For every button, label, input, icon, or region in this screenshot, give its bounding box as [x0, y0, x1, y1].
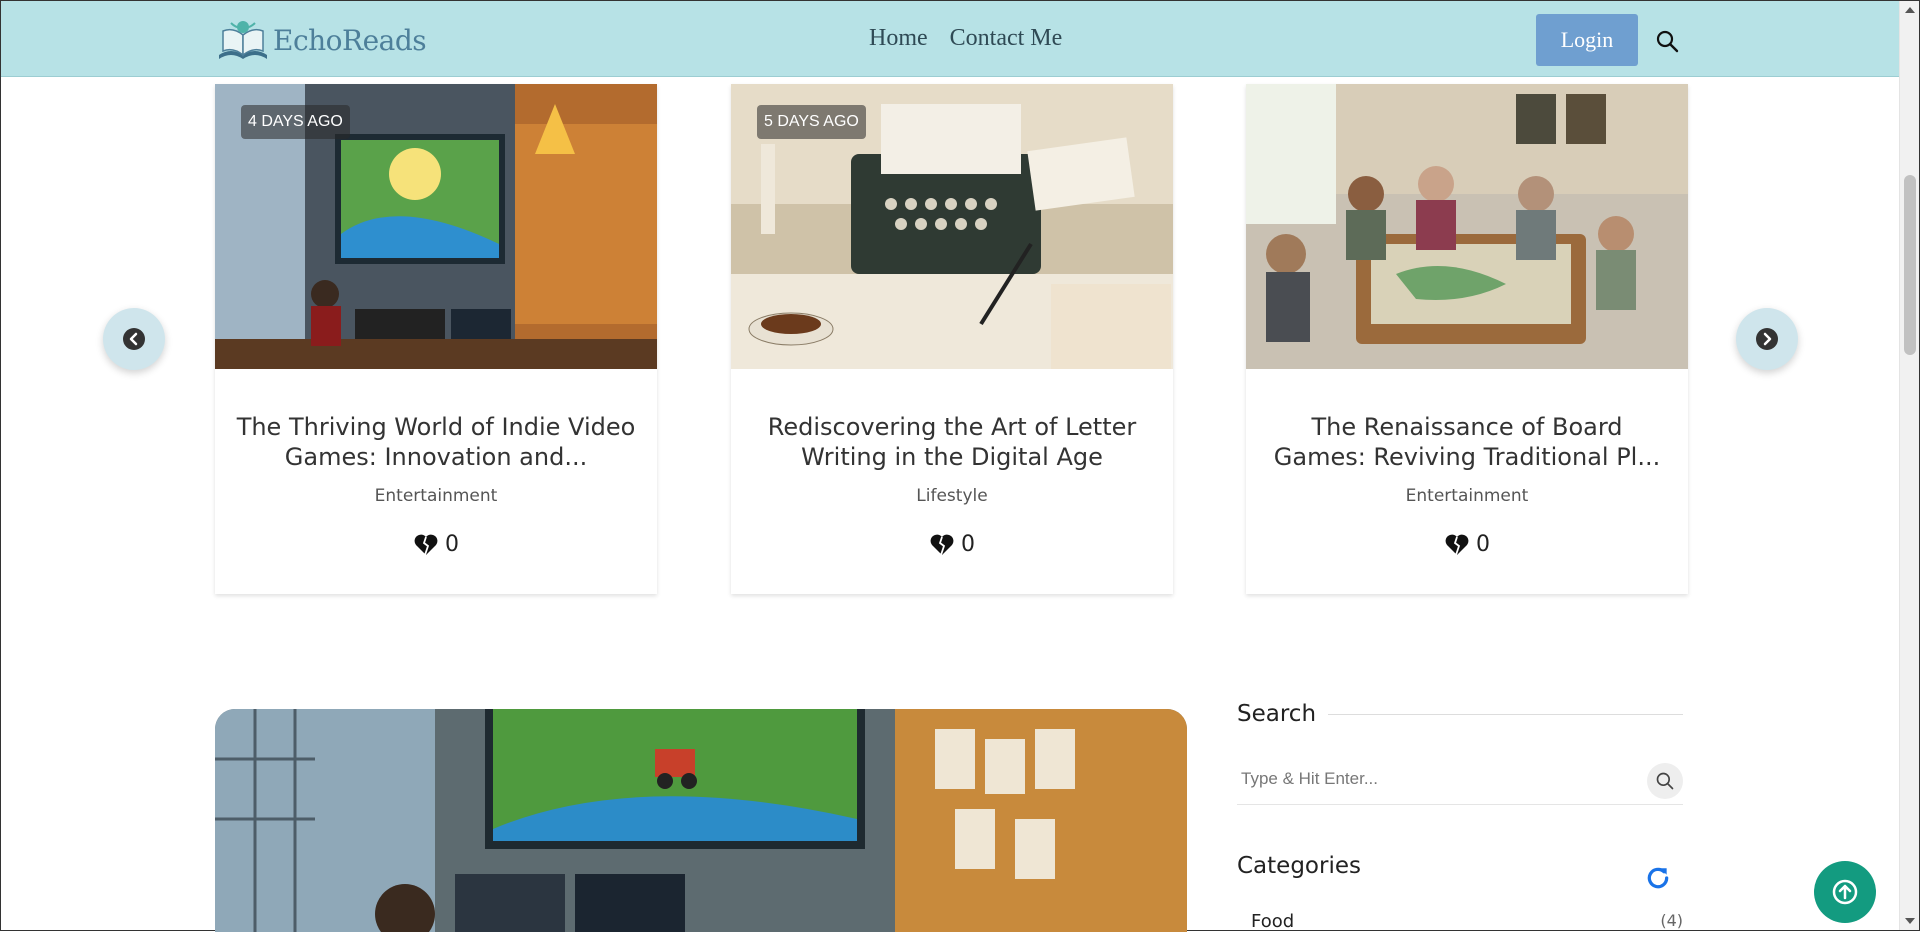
scroll-down-arrow-icon[interactable] — [1905, 918, 1915, 924]
post-card[interactable]: 5 DAYS AGO Rediscovering the Art of Lett… — [731, 84, 1173, 594]
post-card[interactable]: 4 DAYS AGO The Thriving World of Indie V… — [215, 84, 657, 594]
nav-home[interactable]: Home — [869, 25, 928, 52]
sidebar-search-input[interactable] — [1237, 759, 1617, 799]
logo-text: EchoReads — [273, 23, 427, 57]
broken-heart-icon — [930, 534, 954, 555]
categories-title-text: Categories — [1237, 853, 1361, 879]
search-icon[interactable] — [1655, 29, 1679, 53]
category-item-food[interactable]: Food (4) — [1237, 911, 1683, 932]
post-likes[interactable]: 0 — [731, 532, 1173, 557]
main-nav: Home Contact Me — [869, 25, 1062, 52]
post-likes[interactable]: 0 — [215, 532, 657, 557]
post-category[interactable]: Entertainment — [1246, 486, 1688, 506]
post-image[interactable] — [1246, 84, 1688, 369]
search-title-text: Search — [1237, 701, 1317, 727]
carousel-next-button[interactable] — [1736, 308, 1798, 370]
back-to-top-button[interactable] — [1814, 861, 1876, 923]
site-logo[interactable]: EchoReads — [215, 17, 427, 63]
login-button[interactable]: Login — [1536, 14, 1638, 66]
post-category[interactable]: Lifestyle — [731, 486, 1173, 506]
arrow-up-icon — [1832, 879, 1858, 905]
page-scrollbar[interactable] — [1899, 1, 1919, 930]
post-date-badge: 4 DAYS AGO — [241, 105, 350, 139]
refresh-icon[interactable] — [1645, 865, 1671, 891]
scrollbar-thumb[interactable] — [1904, 175, 1916, 355]
likes-count: 0 — [445, 532, 459, 557]
search-icon — [1656, 772, 1674, 790]
post-date-badge: 5 DAYS AGO — [757, 105, 866, 139]
categories-widget-title: Categories — [1237, 853, 1683, 879]
carousel-prev-button[interactable] — [103, 308, 165, 370]
chevron-left-icon — [123, 328, 145, 350]
post-card[interactable]: The Renaissance of Board Games: Reviving… — [1246, 84, 1688, 594]
likes-count: 0 — [1476, 532, 1490, 557]
sidebar: Search Categories Food (4) — [1237, 701, 1683, 932]
category-count: (4) — [1660, 911, 1683, 930]
title-divider — [1328, 713, 1683, 715]
broken-heart-icon — [414, 534, 438, 555]
post-likes[interactable]: 0 — [1246, 532, 1688, 557]
sidebar-search-button[interactable] — [1647, 763, 1683, 799]
nav-contact[interactable]: Contact Me — [950, 25, 1063, 52]
post-title[interactable]: The Thriving World of Indie Video Games:… — [235, 412, 637, 472]
featured-post-image[interactable] — [215, 709, 1187, 932]
logo-book-icon — [219, 21, 267, 59]
post-category[interactable]: Entertainment — [215, 486, 657, 506]
scroll-up-arrow-icon[interactable] — [1905, 7, 1915, 13]
broken-heart-icon — [1445, 534, 1469, 555]
search-widget-title: Search — [1237, 701, 1683, 727]
site-header: EchoReads Home Contact Me Login — [1, 1, 1899, 77]
chevron-right-icon — [1756, 328, 1778, 350]
category-name[interactable]: Food — [1251, 911, 1294, 932]
post-title[interactable]: The Renaissance of Board Games: Reviving… — [1266, 412, 1668, 472]
post-image[interactable]: 4 DAYS AGO — [215, 84, 657, 369]
post-image[interactable]: 5 DAYS AGO — [731, 84, 1173, 369]
likes-count: 0 — [961, 532, 975, 557]
post-title[interactable]: Rediscovering the Art of Letter Writing … — [751, 412, 1153, 472]
sidebar-search-form — [1237, 759, 1683, 805]
